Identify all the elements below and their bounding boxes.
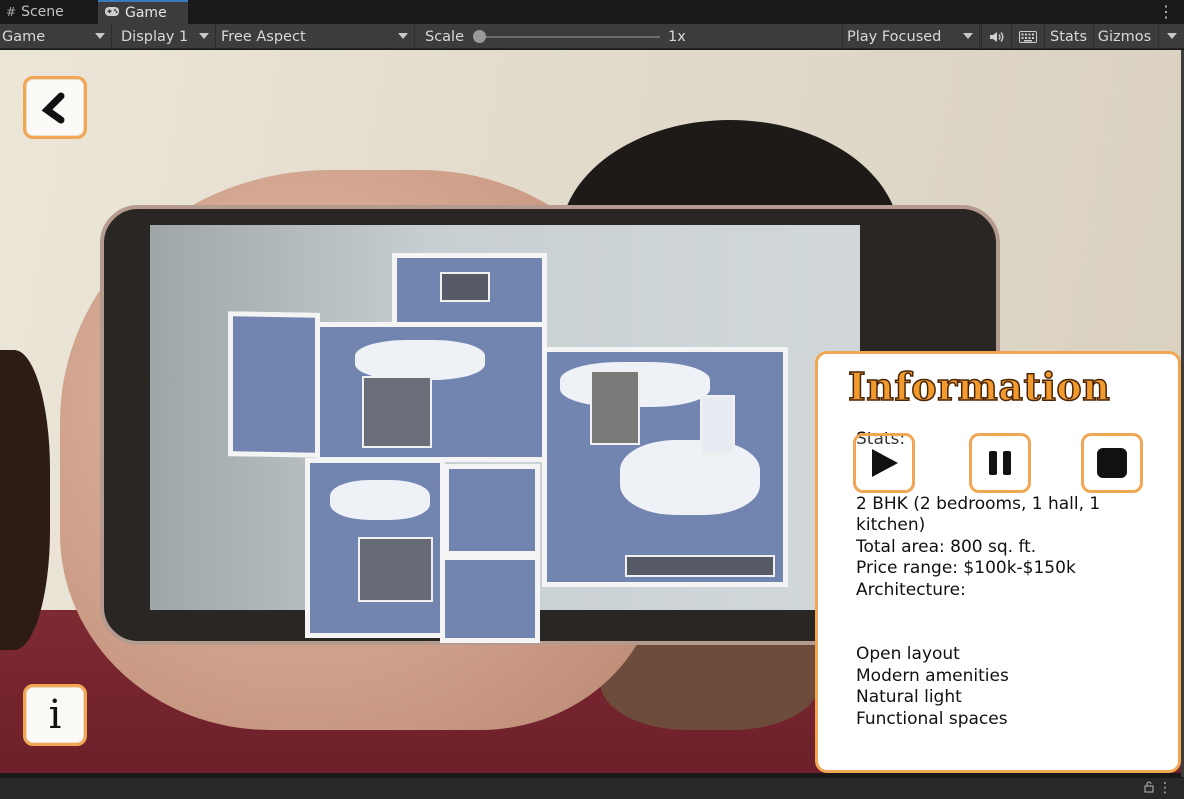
tab-scene[interactable]: # Scene (0, 0, 94, 24)
editor-tab-strip: # Scene Game ⋮ (0, 0, 1184, 24)
display-dropdown-label: Display 1 (121, 28, 189, 45)
mode-dropdown-label: Game (2, 28, 46, 45)
kitchen-counter-model (625, 555, 775, 577)
scene-grid-icon: # (6, 5, 17, 19)
bed-model (358, 537, 433, 602)
scale-slider-handle[interactable] (473, 30, 486, 43)
aspect-dropdown[interactable]: Free Aspect (217, 24, 415, 49)
room-bathroom-1 (228, 311, 320, 458)
tab-menu-kebab-icon[interactable]: ⋮ (1158, 2, 1174, 21)
play-mode-dropdown[interactable]: Play Focused (842, 24, 980, 49)
keyboard-icon (1018, 30, 1037, 43)
pause-icon (989, 451, 1011, 475)
display-dropdown[interactable]: Display 1 (116, 24, 216, 49)
tab-scene-label: Scene (21, 4, 64, 20)
tab-game-label: Game (125, 5, 167, 21)
chevron-down-icon (398, 33, 408, 39)
scale-label: Scale (425, 28, 465, 45)
stop-icon (1097, 448, 1127, 478)
chevron-down-icon (963, 33, 973, 39)
scale-value: 1x (668, 28, 686, 45)
play-icon (872, 449, 898, 477)
info-icon: i (48, 692, 62, 738)
gamepad-icon (104, 6, 120, 20)
pause-button[interactable] (969, 433, 1031, 493)
room-bathroom-2 (440, 555, 540, 643)
tab-game[interactable]: Game (98, 0, 188, 24)
chevron-left-icon (41, 92, 65, 123)
editor-footer: ⋮ (0, 777, 1184, 799)
bed-model (362, 376, 432, 448)
couch-model (590, 370, 640, 445)
info-button[interactable]: i (23, 684, 87, 746)
lighting-patch (355, 340, 485, 380)
chevron-down-icon (95, 33, 105, 39)
chevron-down-icon (199, 33, 209, 39)
play-mode-dropdown-label: Play Focused (847, 28, 942, 45)
room-utility (444, 464, 540, 556)
back-button[interactable] (23, 76, 87, 139)
footer-kebab-icon[interactable]: ⋮ (1158, 780, 1172, 796)
mute-audio-button[interactable] (981, 24, 1011, 49)
dining-table-model (700, 395, 735, 455)
sofa-model (440, 272, 490, 302)
chevron-down-icon (1167, 33, 1177, 39)
lighting-patch (620, 440, 760, 515)
scale-slider-track[interactable] (478, 36, 660, 38)
mode-dropdown[interactable]: Game (0, 24, 112, 49)
play-button[interactable] (853, 433, 915, 493)
game-view-viewport[interactable]: i Information Stats: 2 BHK (2 bedrooms, … (0, 50, 1181, 773)
game-view-toolbar: Game Display 1 Free Aspect Scale 1x Play… (0, 24, 1184, 49)
keyboard-shortcuts-button[interactable] (1011, 24, 1043, 49)
stop-button[interactable] (1081, 433, 1143, 493)
speaker-icon (989, 31, 1003, 42)
information-panel: Information Stats: 2 BHK (2 bedrooms, 1 … (815, 351, 1181, 773)
gizmos-button[interactable]: Gizmos (1093, 24, 1155, 49)
stats-button[interactable]: Stats (1044, 24, 1092, 49)
gizmos-dropdown[interactable] (1158, 24, 1184, 49)
aspect-dropdown-label: Free Aspect (221, 28, 306, 45)
lighting-patch (330, 480, 430, 520)
information-panel-title: Information (847, 363, 1111, 410)
lock-icon[interactable] (1144, 781, 1154, 797)
